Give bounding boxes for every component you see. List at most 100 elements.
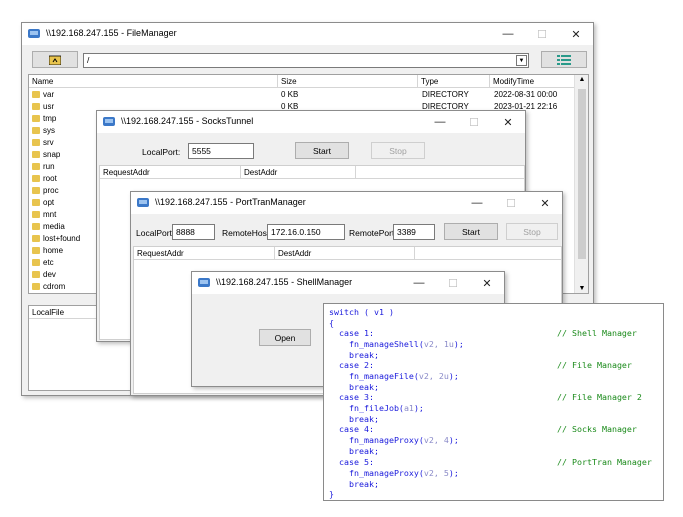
stop-button[interactable]: Stop [506,223,558,240]
folder-icon [32,115,40,122]
file-name: mnt [43,210,57,219]
local-port-label: LocalPort: [136,228,175,238]
close-button[interactable]: ✕ [470,272,504,294]
code-call: fn_manageProxy(v2, 4); [348,435,459,445]
file-row[interactable]: var 0 KB DIRECTORY 2022-08-31 00:00 [29,89,574,101]
view-toggle-button[interactable] [541,51,587,68]
maximize-button[interactable]: ☐ [436,272,470,294]
close-button[interactable]: ✕ [528,192,562,214]
file-name: usr [43,102,55,111]
file-name: tmp [43,114,57,123]
folder-icon [32,223,40,230]
maximize-button[interactable]: ☐ [457,111,491,133]
scroll-up-arrow-icon[interactable]: ▲ [575,76,588,83]
col-dest-addr[interactable]: DestAddr [275,247,415,260]
dropdown-arrow-icon[interactable]: ▼ [516,55,527,66]
folder-icon [32,91,40,98]
close-button[interactable]: ✕ [559,23,593,45]
scroll-down-arrow-icon[interactable]: ▼ [575,285,588,292]
shell-manager-titlebar[interactable]: \\192.168.247.155 - ShellManager — ☐ ✕ [192,272,504,294]
remote-port-input[interactable]: 3389 [393,224,435,240]
folder-icon [32,187,40,194]
code-call: fn_fileJob(a1); [348,403,424,413]
list-view-icon [557,54,571,65]
file-size: 0 KB [281,90,299,99]
col-request-addr[interactable]: RequestAddr [100,166,241,179]
window-title: \\192.168.247.155 - FileManager [46,28,177,38]
code-comment: // File Manager [557,360,632,370]
code-case: case 1: [339,328,374,338]
code-comment: // Socks Manager [557,424,637,434]
file-type: DIRECTORY [422,90,469,99]
code-case: case 2: [339,360,374,370]
col-modify-time[interactable]: ModifyTime [490,75,575,88]
maximize-button[interactable]: ☐ [525,23,559,45]
folder-icon [32,283,40,290]
remote-port-label: RemotePort: [349,228,397,238]
code-call: fn_manageFile(v2, 2u); [348,371,459,381]
folder-icon [32,235,40,242]
code-break: break; [348,479,379,489]
close-button[interactable]: ✕ [491,111,525,133]
app-icon [198,278,210,287]
start-button[interactable]: Start [444,223,498,240]
code-case: case 4: [339,424,374,434]
code-comment: // File Manager 2 [557,392,642,402]
socks-list-header: RequestAddr DestAddr [100,166,524,179]
folder-icon [32,199,40,206]
decompiled-code-panel: switch ( v1 ) { case 1: // Shell Manager… [323,303,664,501]
open-button[interactable]: Open [259,329,311,346]
path-combobox[interactable]: / ▼ [83,53,529,68]
minimize-button[interactable]: — [423,111,457,133]
code-line: } [329,489,334,499]
local-port-input[interactable]: 8888 [172,224,215,240]
minimize-button[interactable]: — [402,272,436,294]
col-size[interactable]: Size [278,75,418,88]
file-name: srv [43,138,54,147]
folder-icon [32,127,40,134]
app-icon [28,29,40,38]
path-value: / [87,55,90,65]
code-comment: // PortTran Manager [557,457,652,467]
col-dest-addr[interactable]: DestAddr [241,166,356,179]
file-name: etc [43,258,54,267]
up-folder-button[interactable] [32,51,78,68]
file-manager-titlebar[interactable]: \\192.168.247.155 - FileManager — ☐ ✕ [22,23,593,45]
code-call: fn_manageProxy(v2, 5); [348,468,459,478]
remote-host-label: RemoteHost: [222,228,272,238]
file-list-scrollbar[interactable]: ▲ ▼ [574,75,588,293]
col-type[interactable]: Type [418,75,490,88]
folder-icon [32,211,40,218]
remote-host-input[interactable]: 172.16.0.150 [267,224,345,240]
code-comment: // Shell Manager [557,328,637,338]
file-name: snap [43,150,61,159]
minimize-button[interactable]: — [460,192,494,214]
stop-button[interactable]: Stop [371,142,425,159]
port-tran-titlebar[interactable]: \\192.168.247.155 - PortTranManager — ☐ … [131,192,562,214]
file-name: var [43,90,55,99]
minimize-button[interactable]: — [491,23,525,45]
folder-icon [32,151,40,158]
file-name: cdrom [43,282,66,291]
col-name[interactable]: Name [29,75,278,88]
folder-icon [32,247,40,254]
socks-tunnel-titlebar[interactable]: \\192.168.247.155 - SocksTunnel — ☐ ✕ [97,111,525,133]
local-port-input[interactable]: 5555 [188,143,254,159]
maximize-button[interactable]: ☐ [494,192,528,214]
code-break: break; [348,446,379,456]
file-name: media [43,222,65,231]
window-title: \\192.168.247.155 - PortTranManager [155,197,306,207]
col-request-addr[interactable]: RequestAddr [134,247,275,260]
code-case: case 5: [339,457,374,467]
file-name: run [43,162,55,171]
scroll-thumb[interactable] [578,89,586,259]
folder-icon [32,103,40,110]
file-name: opt [43,198,55,207]
folder-icon [32,163,40,170]
app-icon [103,117,115,126]
start-button[interactable]: Start [295,142,349,159]
folder-icon [32,139,40,146]
file-name: proc [43,186,59,195]
file-name: dev [43,270,56,279]
file-modify-time: 2022-08-31 00:00 [494,90,558,99]
